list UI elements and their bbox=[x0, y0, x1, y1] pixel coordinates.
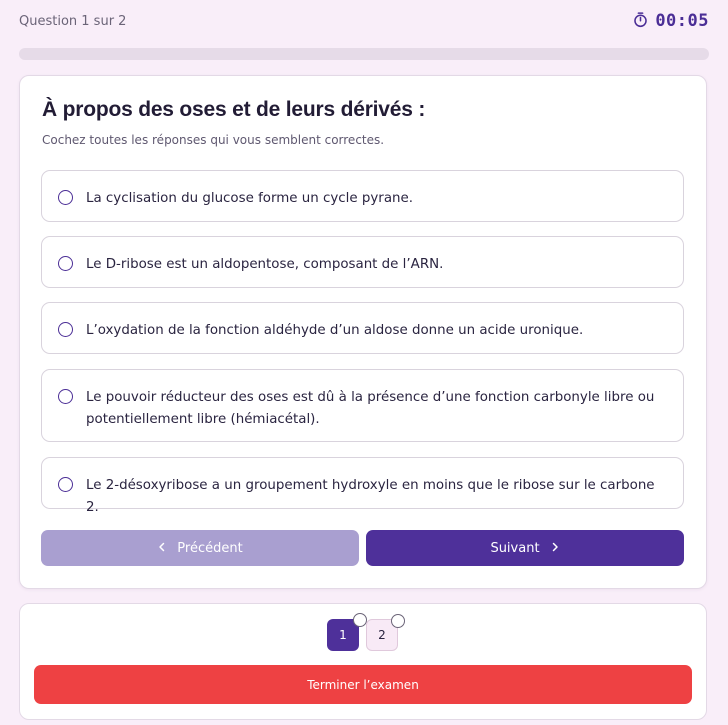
answer-option[interactable]: Le D-ribose est un aldopentose, composan… bbox=[41, 236, 684, 288]
radio-button[interactable] bbox=[58, 256, 73, 271]
answer-option-text: Le pouvoir réducteur des oses est dû à l… bbox=[86, 390, 655, 427]
page-button-2[interactable]: 2 bbox=[366, 614, 405, 651]
question-card: À propos des oses et de leurs dérivés : … bbox=[19, 75, 707, 589]
answer-option-text: Le 2-désoxyribose a un groupement hydrox… bbox=[86, 478, 655, 515]
timer-value: 00:05 bbox=[655, 11, 709, 31]
answer-option-text: Le D-ribose est un aldopentose, composan… bbox=[86, 257, 444, 272]
answer-option[interactable]: Le pouvoir réducteur des oses est dû à l… bbox=[41, 369, 684, 442]
question-instruction: Cochez toutes les réponses qui vous semb… bbox=[42, 133, 385, 147]
answer-option[interactable]: L’oxydation de la fonction aldéhyde d’un… bbox=[41, 302, 684, 354]
radio-button[interactable] bbox=[58, 190, 73, 205]
radio-button[interactable] bbox=[58, 389, 73, 404]
stopwatch-icon bbox=[632, 11, 649, 32]
previous-button[interactable]: Précédent bbox=[41, 530, 359, 566]
radio-button[interactable] bbox=[58, 477, 73, 492]
answer-option[interactable]: Le 2-désoxyribose a un groupement hydrox… bbox=[41, 457, 684, 515]
flag-indicator-icon[interactable] bbox=[353, 613, 367, 627]
chevron-left-icon bbox=[157, 541, 167, 556]
answer-option[interactable]: La cyclisation du glucose forme un cycle… bbox=[41, 170, 684, 222]
progress-bar bbox=[19, 48, 709, 60]
chevron-right-icon bbox=[550, 541, 560, 556]
finish-exam-button[interactable]: Terminer l’examen bbox=[34, 665, 692, 704]
question-title: À propos des oses et de leurs dérivés : bbox=[42, 98, 426, 121]
page-button-1[interactable]: 1 bbox=[327, 613, 367, 651]
radio-button[interactable] bbox=[58, 322, 73, 337]
question-navigator: 1 2 Terminer l’examen bbox=[19, 603, 707, 720]
top-bar: Question 1 sur 2 00:05 bbox=[19, 10, 709, 32]
page-number: 2 bbox=[378, 628, 386, 642]
next-button[interactable]: Suivant bbox=[366, 530, 684, 566]
flag-indicator-icon[interactable] bbox=[391, 614, 405, 628]
question-counter: Question 1 sur 2 bbox=[19, 13, 127, 29]
page-number: 1 bbox=[339, 628, 347, 642]
next-button-label: Suivant bbox=[490, 540, 540, 556]
answer-option-text: L’oxydation de la fonction aldéhyde d’un… bbox=[86, 323, 584, 338]
answer-option-text: La cyclisation du glucose forme un cycle… bbox=[86, 191, 414, 206]
timer: 00:05 bbox=[632, 11, 709, 32]
previous-button-label: Précédent bbox=[177, 540, 243, 556]
